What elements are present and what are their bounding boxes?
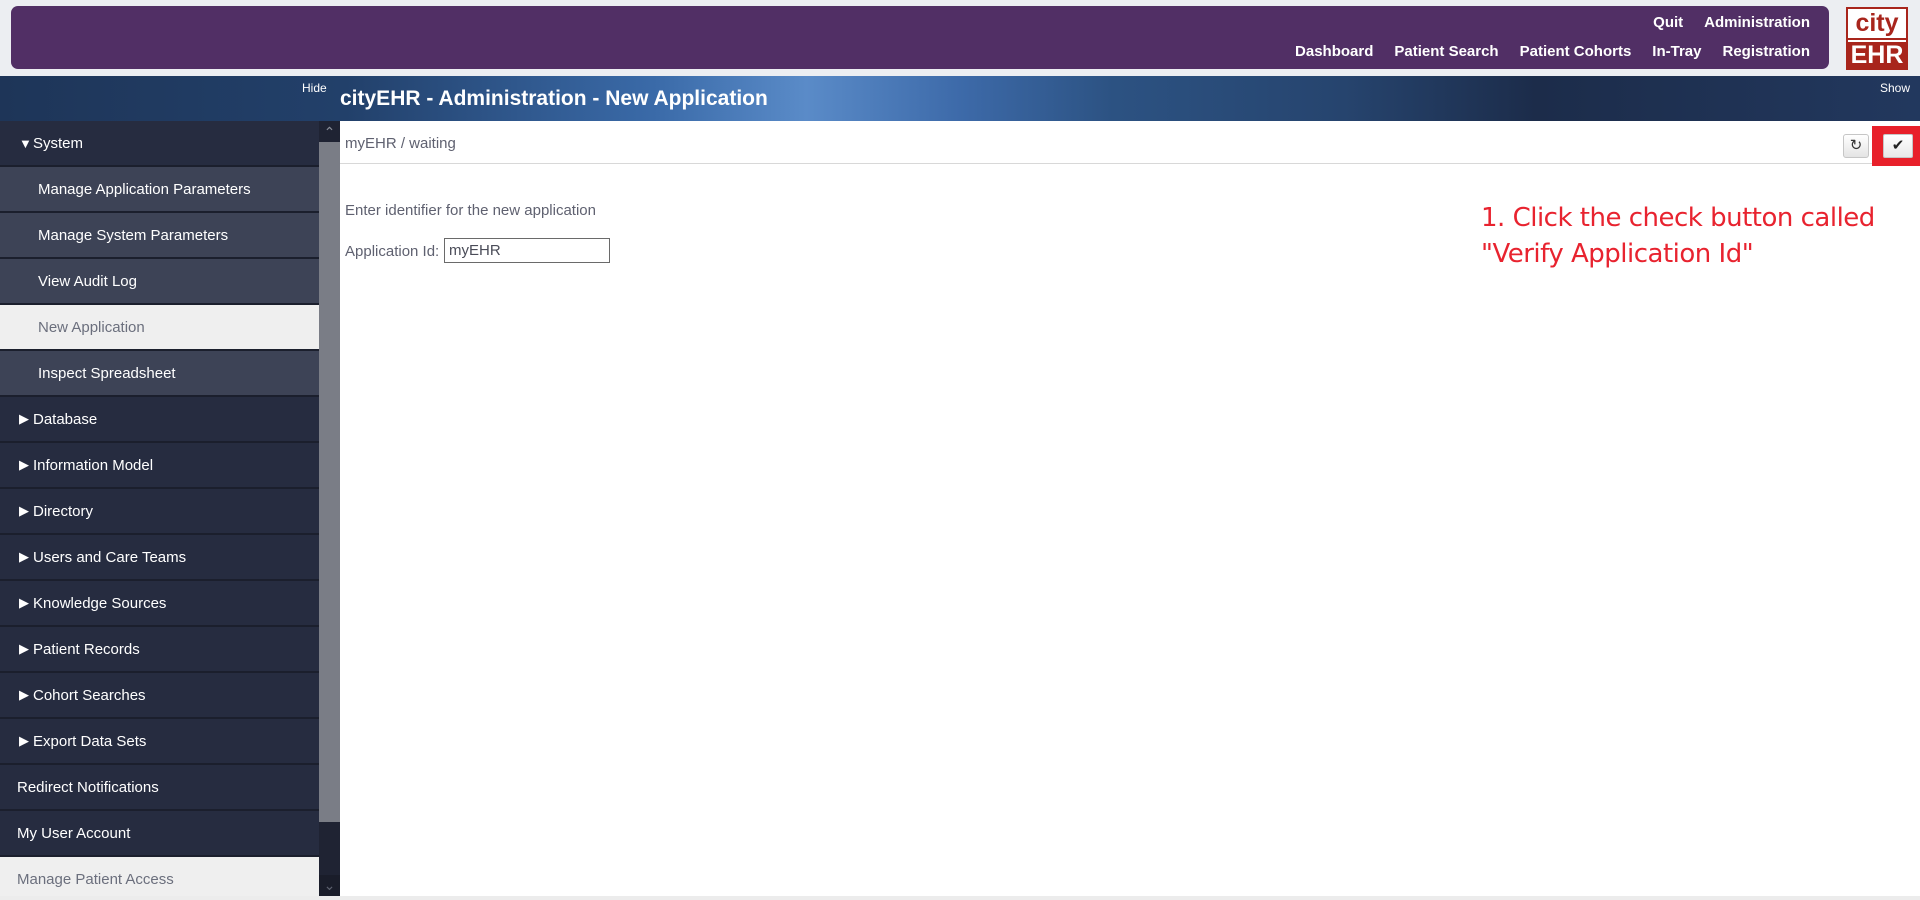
sidebar-item-patient-records[interactable]: ▶ Patient Records — [0, 627, 319, 673]
triangle-right-icon: ▶ — [19, 411, 29, 426]
triangle-down-icon: ▼ — [19, 135, 32, 151]
sidebar-item-label: Manage Patient Access — [17, 870, 174, 888]
sidebar-item-export-data-sets[interactable]: ▶ Export Data Sets — [0, 719, 319, 765]
triangle-right-icon: ▶ — [19, 687, 29, 702]
sidebar-item-label: Manage Application Parameters — [38, 180, 251, 198]
sidebar-item-label: Redirect Notifications — [17, 778, 159, 796]
sidebar-item-manage-system-parameters[interactable]: Manage System Parameters — [0, 213, 319, 259]
triangle-right-icon: ▶ — [19, 733, 29, 748]
title-bar: Hide cityEHR - Administration - New Appl… — [0, 76, 1920, 121]
main-navigation-bar: Quit Administration Dashboard Patient Se… — [11, 6, 1829, 69]
sidebar-item-label: Directory — [33, 502, 94, 520]
sidebar-item-system[interactable]: ▼ System — [0, 121, 319, 167]
triangle-right-icon: ▶ — [19, 641, 29, 656]
sidebar-item-label: New Application — [38, 318, 145, 336]
nav-in-tray-link[interactable]: In-Tray — [1652, 43, 1701, 60]
application-id-label: Application Id: — [345, 243, 440, 260]
sidebar-item-label: Database — [33, 410, 98, 428]
nav-row-main: Dashboard Patient Search Patient Cohorts… — [1274, 43, 1810, 60]
sidebar-menu: ▼ System Manage Application Parameters Mana… — [0, 121, 319, 900]
sidebar-item-users-and-care-teams[interactable]: ▶ Users and Care Teams — [0, 535, 319, 581]
check-icon: ✔ — [1891, 137, 1905, 154]
sidebar-item-knowledge-sources[interactable]: ▶ Knowledge Sources — [0, 581, 319, 627]
scroll-down-arrow-icon[interactable]: ⌄ — [319, 875, 340, 896]
nav-dashboard-link[interactable]: Dashboard — [1295, 43, 1373, 60]
sidebar-item-label: Manage System Parameters — [38, 226, 229, 244]
logo-ehr-text: EHR — [1848, 42, 1906, 69]
sidebar-item-label: Information Model — [33, 456, 154, 474]
sidebar-item-label: Knowledge Sources — [33, 594, 167, 612]
scrollbar-thumb[interactable] — [319, 142, 340, 822]
sidebar-item-my-user-account[interactable]: My User Account — [0, 811, 319, 857]
annotation-line-1: 1. Click the check button called — [1481, 203, 1875, 233]
sidebar-item-label: Cohort Searches — [33, 686, 146, 704]
sidebar-item-inspect-spreadsheet[interactable]: Inspect Spreadsheet — [0, 351, 319, 397]
refresh-icon: ↻ — [1849, 137, 1863, 154]
sidebar-scrollbar[interactable]: ⌃ ⌄ — [319, 121, 340, 896]
triangle-right-icon: ▶ — [19, 457, 29, 472]
main-content: myEHR / waiting ↻ ✔ Enter identifier for… — [340, 121, 1920, 896]
nav-registration-link[interactable]: Registration — [1722, 43, 1810, 60]
sidebar-item-redirect-notifications[interactable]: Redirect Notifications — [0, 765, 319, 811]
instruction-annotation: 1. Click the check button called "Verify… — [1481, 200, 1875, 272]
sidebar-item-label: Export Data Sets — [33, 732, 147, 750]
top-banner: Quit Administration Dashboard Patient Se… — [0, 0, 1920, 76]
triangle-right-icon: ▶ — [19, 549, 29, 564]
sidebar-item-manage-application-parameters[interactable]: Manage Application Parameters — [0, 167, 319, 213]
bottom-edge — [0, 896, 1920, 900]
sidebar-item-label: Patient Records — [33, 640, 140, 658]
refresh-button[interactable]: ↻ — [1843, 134, 1869, 158]
nav-patient-cohorts-link[interactable]: Patient Cohorts — [1520, 43, 1632, 60]
sidebar-item-cohort-searches[interactable]: ▶ Cohort Searches — [0, 673, 319, 719]
page-title: cityEHR - Administration - New Applicati… — [340, 87, 768, 110]
annotation-line-2: "Verify Application Id" — [1481, 239, 1754, 269]
sidebar-item-label: System — [33, 134, 84, 152]
nav-row-session: Quit Administration — [1632, 14, 1810, 31]
cityehr-logo: city EHR — [1846, 7, 1908, 70]
nav-patient-search-link[interactable]: Patient Search — [1394, 43, 1498, 60]
logo-city-text: city — [1855, 9, 1899, 37]
show-panel-link[interactable]: Show — [1880, 81, 1910, 95]
breadcrumb: myEHR / waiting — [345, 135, 456, 152]
sidebar-item-manage-patient-access[interactable]: Manage Patient Access — [0, 857, 319, 900]
triangle-right-icon: ▶ — [19, 503, 29, 518]
sidebar-item-view-audit-log[interactable]: View Audit Log — [0, 259, 319, 305]
sidebar-item-label: Users and Care Teams — [33, 548, 187, 566]
nav-administration-link[interactable]: Administration — [1704, 14, 1810, 31]
content-header: myEHR / waiting ↻ — [340, 121, 1920, 164]
sidebar-item-database[interactable]: ▶ Database — [0, 397, 319, 443]
scroll-up-arrow-icon[interactable]: ⌃ — [319, 121, 340, 142]
sidebar-item-new-application[interactable]: New Application — [0, 305, 319, 351]
application-id-input[interactable] — [444, 238, 610, 263]
sidebar-item-information-model[interactable]: ▶ Information Model — [0, 443, 319, 489]
sidebar-item-label: View Audit Log — [38, 272, 137, 290]
nav-quit-link[interactable]: Quit — [1653, 14, 1683, 31]
instruction-text: Enter identifier for the new application — [345, 202, 596, 219]
sidebar-item-label: Inspect Spreadsheet — [38, 364, 176, 382]
sidebar-item-label: My User Account — [17, 824, 131, 842]
verify-application-id-button[interactable]: ✔ — [1883, 134, 1913, 158]
logo-divider — [1848, 38, 1906, 40]
sidebar-item-directory[interactable]: ▶ Directory — [0, 489, 319, 535]
triangle-right-icon: ▶ — [19, 595, 29, 610]
hide-sidebar-link[interactable]: Hide — [302, 81, 327, 95]
